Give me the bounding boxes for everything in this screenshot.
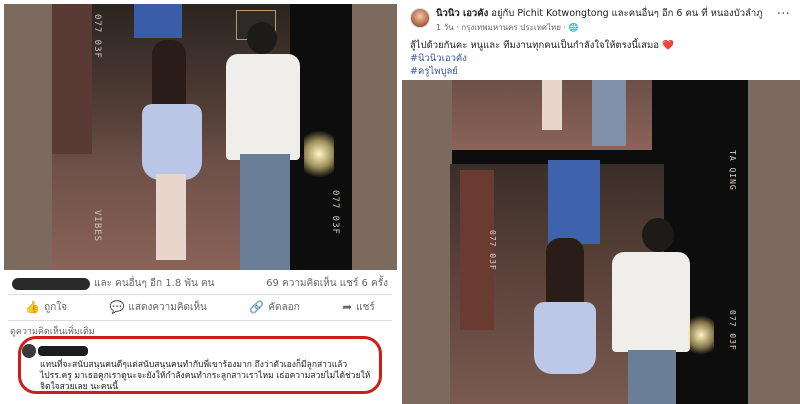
post-photo-left[interactable]: 077 03F VIBES 077 03F bbox=[4, 4, 397, 270]
reactions-summary[interactable]: และ คนอื่นๆ อีก 1.8 พัน คน bbox=[12, 276, 215, 291]
heart-icon: ❤️ bbox=[661, 40, 674, 51]
divider-bottom bbox=[8, 320, 392, 321]
comment-label: แสดงความคิดเห็น bbox=[128, 301, 207, 313]
post-meta-row: และ คนอื่นๆ อีก 1.8 พัน คน 69 ความคิดเห็… bbox=[4, 272, 396, 294]
more-options-icon[interactable]: ··· bbox=[777, 6, 790, 22]
top-frame-jeans bbox=[592, 80, 626, 146]
light-flare-right bbox=[688, 310, 714, 360]
girl-figure-dress bbox=[142, 104, 202, 180]
light-flare bbox=[304, 124, 334, 184]
comment-text: แทนที่จะสนับสนุนคนดีๆแต่สนับสนุนคนทำกับพ… bbox=[40, 360, 371, 392]
girl-figure-dress-right bbox=[534, 302, 596, 374]
comment-icon: 💬 bbox=[109, 300, 125, 314]
hashtag-2[interactable]: #ครูไพบูลย์ bbox=[410, 64, 458, 79]
boy-figure-jeans-right bbox=[628, 350, 676, 404]
tagged-with-text[interactable]: อยู่กับ Pichit Kotwongtong และคนอื่นๆ อี… bbox=[491, 8, 762, 19]
share-button[interactable]: ➦ แชร์ bbox=[342, 300, 375, 315]
comment-share-counts[interactable]: 69 ความคิดเห็น แชร์ 6 ครั้ง bbox=[266, 276, 388, 291]
girl-figure-legs bbox=[156, 174, 186, 260]
boy-figure-head-right bbox=[642, 218, 674, 252]
commenter-name-redacted[interactable] bbox=[38, 346, 88, 356]
like-label: ถูกใจ bbox=[44, 301, 68, 313]
reaction-icons-blurred bbox=[12, 277, 90, 290]
copy-button[interactable]: 🔗 คัดลอก bbox=[249, 300, 299, 315]
billboard-screen-right bbox=[548, 160, 600, 244]
post-header-line: นิวนิว เอวคัง อยู่กับ Pichit Kotwongtong… bbox=[436, 8, 776, 20]
post-actions-bar: 👍 ถูกใจ 💬 แสดงความคิดเห็น 🔗 คัดลอก ➦ แชร… bbox=[4, 296, 396, 318]
commenter-avatar[interactable] bbox=[22, 344, 36, 358]
post-photo-right[interactable]: 077 03F TA QING 077 03F bbox=[402, 80, 800, 404]
thumbs-up-icon: 👍 bbox=[25, 300, 41, 314]
film-code-top: 077 03F bbox=[92, 14, 102, 59]
film-brand-right: TA QING bbox=[728, 150, 737, 191]
divider-top bbox=[8, 294, 392, 295]
girl-figure-hair bbox=[152, 40, 186, 110]
share-icon: ➦ bbox=[342, 300, 353, 314]
boy-figure-shirt bbox=[226, 54, 300, 160]
left-post-panel: 077 03F VIBES 077 03F และ คนอื่นๆ อีก 1.… bbox=[0, 0, 397, 404]
boy-figure-head bbox=[247, 22, 277, 54]
reactions-text: และ คนอื่นๆ อีก 1.8 พัน คน bbox=[94, 278, 215, 289]
post-timestamp-location[interactable]: 1 วัน · กรุงเทพมหานคร ประเทศไทย · 🌐 bbox=[436, 21, 579, 34]
share-label: แชร์ bbox=[356, 301, 375, 313]
film-brand: VIBES bbox=[92, 210, 102, 243]
author-name[interactable]: นิวนิว เอวคัง bbox=[436, 8, 488, 19]
like-button[interactable]: 👍 ถูกใจ bbox=[25, 300, 67, 315]
comment-button[interactable]: 💬 แสดงความคิดเห็น bbox=[109, 300, 206, 315]
boy-figure-jeans bbox=[240, 154, 290, 270]
copy-label: คัดลอก bbox=[268, 301, 300, 313]
top-frame-legs bbox=[542, 80, 562, 130]
film-code-side: 077 03F bbox=[488, 230, 497, 271]
link-icon: 🔗 bbox=[249, 300, 265, 314]
author-avatar[interactable] bbox=[410, 8, 430, 28]
post-caption-text: สู้ไปด้วยกันคะ หนูและ ทีมงานทุกคนเป็นกำล… bbox=[410, 40, 659, 51]
film-code-side-bottom: 077 03F bbox=[728, 310, 737, 351]
film-code-bottom: 077 03F bbox=[330, 190, 340, 235]
billboard-screen bbox=[134, 4, 182, 38]
right-post-panel: นิวนิว เอวคัง อยู่กับ Pichit Kotwongtong… bbox=[402, 0, 800, 404]
boy-figure-shirt-right bbox=[612, 252, 690, 352]
building-left bbox=[52, 4, 92, 154]
